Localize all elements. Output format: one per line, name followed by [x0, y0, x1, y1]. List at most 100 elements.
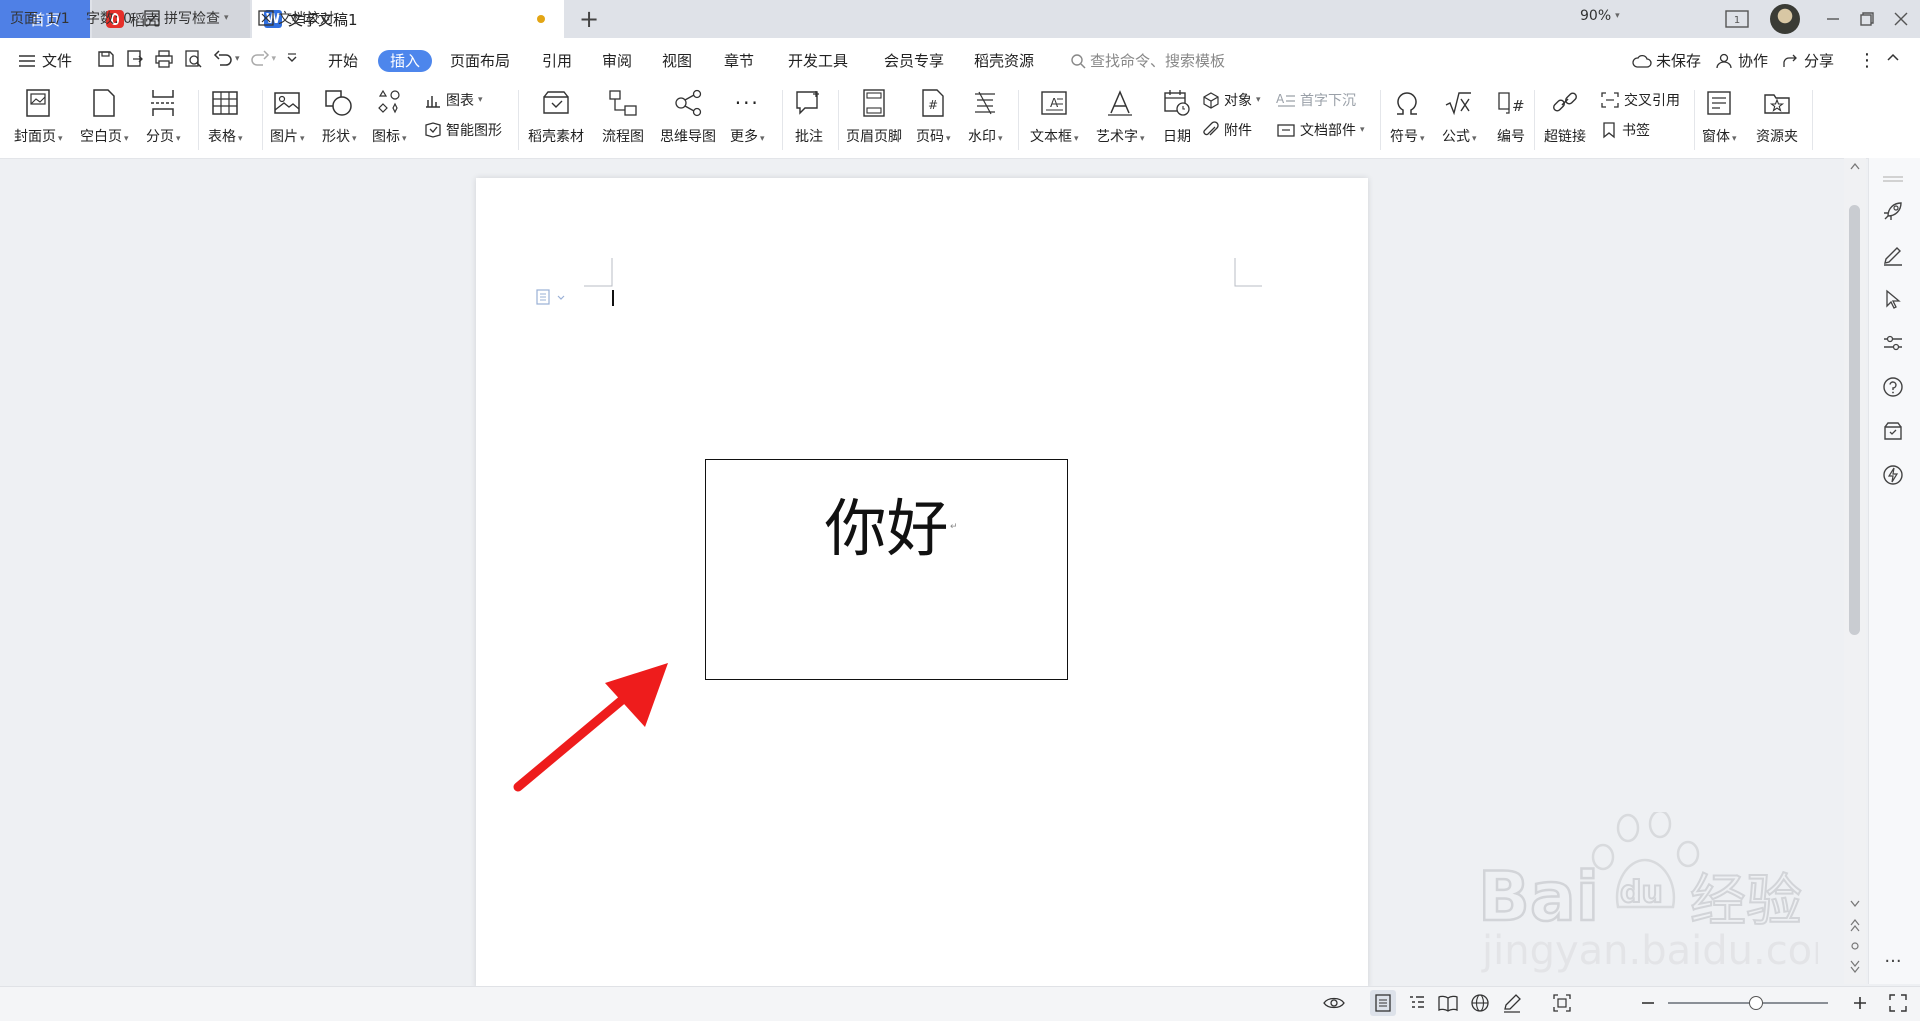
zoom-slider-knob[interactable]: [1749, 996, 1763, 1010]
menu-references[interactable]: 引用: [542, 50, 572, 72]
sidebar-material-button[interactable]: [1878, 416, 1908, 446]
text-box[interactable]: 你好: [705, 459, 1068, 680]
share-button[interactable]: 分享: [1782, 50, 1834, 71]
chart-button[interactable]: 图表 ▾: [424, 90, 483, 110]
comment-button[interactable]: 批注: [792, 86, 826, 146]
cover-page-icon: [26, 89, 51, 117]
resource-folder-button[interactable]: 资源夹: [1756, 86, 1798, 146]
outline-view-icon[interactable]: [1408, 994, 1426, 1012]
close-button[interactable]: [1886, 6, 1916, 32]
flowchart-button[interactable]: 流程图: [602, 86, 644, 146]
sidebar-help-button[interactable]: [1878, 372, 1908, 402]
eye-protection-icon[interactable]: [1322, 994, 1346, 1012]
shape-button[interactable]: 形状 ▾: [322, 86, 357, 146]
sidebar-lightning-button[interactable]: [1878, 460, 1908, 490]
redo-dropdown-icon[interactable]: ▾: [272, 54, 277, 64]
file-menu[interactable]: 文件: [18, 50, 72, 72]
sidebar-edit-button[interactable]: [1878, 240, 1908, 270]
command-search[interactable]: 查找命令、搜索模板: [1070, 50, 1225, 71]
sidebar-handle[interactable]: [1878, 164, 1908, 194]
more-options-icon[interactable]: ⋮: [1858, 50, 1876, 71]
minimize-button[interactable]: [1818, 6, 1848, 32]
attachment-button[interactable]: 附件: [1202, 120, 1252, 140]
customize-toolbar-icon[interactable]: [285, 52, 299, 66]
sidebar-select-button[interactable]: [1878, 284, 1908, 314]
scroll-page-controls[interactable]: [1849, 898, 1861, 982]
cover-page-button[interactable]: 封面页 ▾: [14, 86, 63, 146]
numbering-button[interactable]: # 编号: [1494, 86, 1528, 146]
drop-cap-button[interactable]: A 首字下沉: [1276, 90, 1356, 110]
zoom-level[interactable]: 90% ▾: [1580, 8, 1620, 24]
write-mode-icon[interactable]: [1502, 993, 1522, 1013]
textbox-button[interactable]: A 文本框 ▾: [1030, 86, 1079, 146]
blank-page-button[interactable]: 空白页 ▾: [80, 86, 129, 146]
menu-start[interactable]: 开始: [328, 50, 358, 72]
fullscreen-icon[interactable]: [1888, 993, 1908, 1013]
status-bar: [0, 986, 1920, 1021]
form-button[interactable]: 窗体 ▾: [1702, 86, 1737, 146]
save-icon[interactable]: [96, 49, 116, 69]
menu-member[interactable]: 会员专享: [884, 50, 944, 72]
page-number-button[interactable]: # 页码 ▾: [916, 86, 951, 146]
scroll-up-icon[interactable]: [1849, 160, 1861, 172]
proofread-button[interactable]: 文档校对: [258, 8, 334, 28]
page-indicator[interactable]: 页面: 1/1: [10, 8, 70, 28]
restore-button[interactable]: [1852, 6, 1882, 32]
pen-icon: [1884, 247, 1902, 266]
web-view-icon[interactable]: [1470, 993, 1490, 1013]
doc-parts-button[interactable]: 文档部件 ▾: [1276, 120, 1365, 140]
fit-page-icon[interactable]: [1552, 993, 1572, 1013]
collaborate-button[interactable]: 协作: [1716, 50, 1768, 71]
menu-developer[interactable]: 开发工具: [788, 50, 848, 72]
icon-library-button[interactable]: 图标 ▾: [372, 86, 407, 146]
unsaved-button[interactable]: 未保存: [1632, 50, 1701, 71]
redo-icon[interactable]: [249, 49, 271, 69]
object-button[interactable]: 对象 ▾: [1202, 90, 1261, 110]
formula-button[interactable]: 公式 ▾: [1442, 86, 1477, 146]
smartart-button[interactable]: 智能图形: [424, 120, 502, 140]
menu-review[interactable]: 审阅: [602, 50, 632, 72]
sidebar-more-icon[interactable]: ···: [1878, 946, 1908, 976]
daoke-material-button[interactable]: 稻壳素材: [528, 86, 584, 146]
more-button[interactable]: ··· 更多 ▾: [730, 86, 765, 146]
undo-dropdown-icon[interactable]: ▾: [235, 54, 240, 64]
undo-icon[interactable]: [212, 49, 234, 69]
spellcheck-button[interactable]: 拼写检查 ▾: [144, 8, 229, 28]
wordart-button[interactable]: 艺术字 ▾: [1096, 86, 1145, 146]
symbol-button[interactable]: 符号 ▾: [1390, 86, 1425, 146]
word-count[interactable]: 字数: 0: [86, 8, 132, 28]
cross-reference-button[interactable]: 交叉引用: [1600, 90, 1680, 110]
reading-view-icon[interactable]: [1438, 994, 1458, 1012]
menu-insert[interactable]: 插入: [378, 50, 433, 72]
page-break-button[interactable]: 分页 ▾: [146, 86, 181, 146]
picture-button[interactable]: 图片 ▾: [270, 86, 305, 146]
zoom-in-icon[interactable]: [1852, 995, 1868, 1011]
collapse-ribbon-button[interactable]: [1886, 50, 1900, 64]
scrollbar-thumb[interactable]: [1849, 205, 1860, 635]
menu-chapter[interactable]: 章节: [724, 50, 754, 72]
page-count-button[interactable]: 1: [1722, 6, 1752, 32]
watermark-button[interactable]: 水印 ▾: [968, 86, 1003, 146]
text-box-content[interactable]: 你好: [706, 478, 1067, 568]
new-tab-button[interactable]: +: [574, 4, 604, 34]
menu-view[interactable]: 视图: [662, 50, 692, 72]
sidebar-settings-button[interactable]: [1878, 328, 1908, 358]
header-footer-button[interactable]: 页眉页脚: [846, 86, 902, 146]
page-view-icon[interactable]: [1374, 994, 1392, 1012]
menu-daoke-resources[interactable]: 稻壳资源: [974, 50, 1034, 72]
print-preview-icon[interactable]: [183, 49, 203, 69]
user-avatar[interactable]: [1770, 4, 1800, 34]
menu-page-layout[interactable]: 页面布局: [450, 50, 510, 72]
sidebar-rocket-button[interactable]: [1878, 196, 1908, 226]
print-icon[interactable]: [154, 49, 174, 69]
paste-options-icon[interactable]: [536, 288, 568, 306]
bookmark-button[interactable]: 书签: [1600, 120, 1650, 140]
page-break-label: 分页: [146, 129, 174, 145]
hyperlink-button[interactable]: 超链接: [1544, 86, 1586, 146]
zoom-slider[interactable]: [1668, 1002, 1828, 1004]
zoom-out-icon[interactable]: [1640, 995, 1656, 1011]
export-pdf-icon[interactable]: [125, 49, 145, 69]
date-button[interactable]: 日期: [1160, 86, 1194, 146]
mindmap-button[interactable]: 思维导图: [660, 86, 716, 146]
table-button[interactable]: 表格 ▾: [208, 86, 243, 146]
